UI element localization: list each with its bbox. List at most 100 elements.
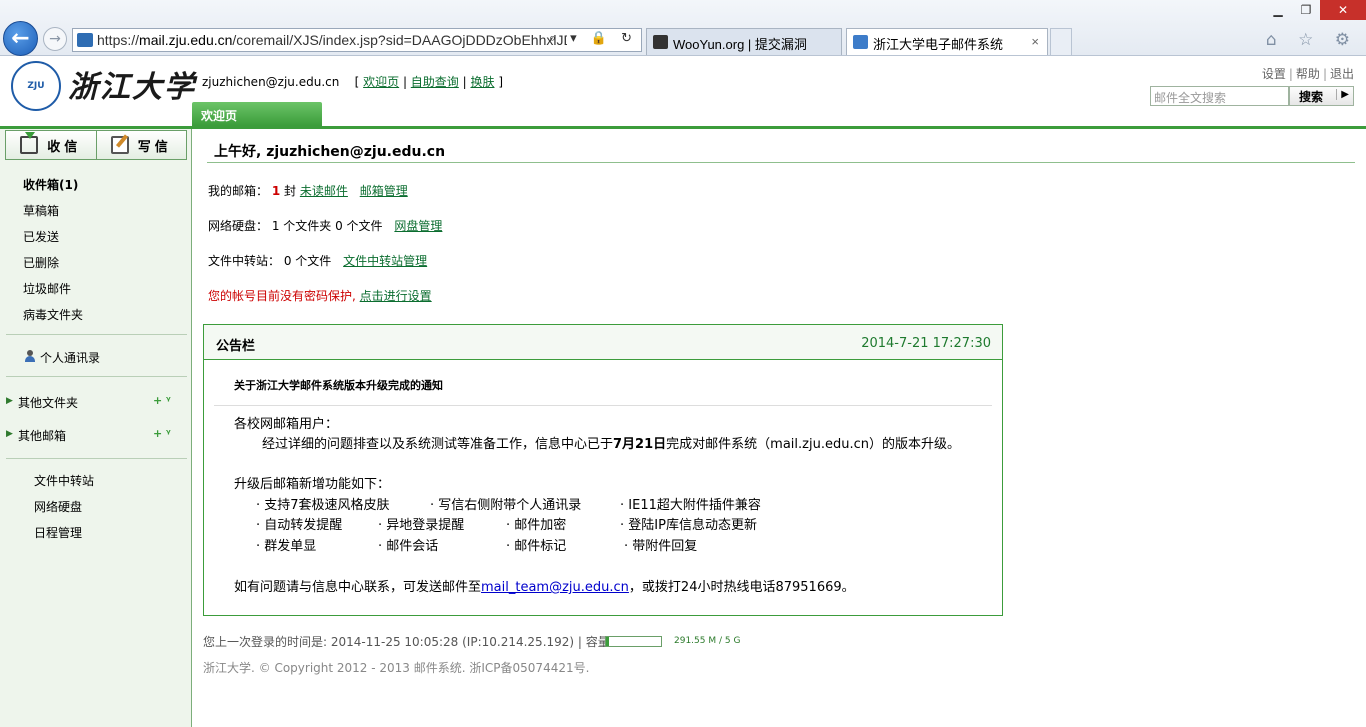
expand-triangle-icon[interactable]: ▶ (6, 396, 13, 406)
welcome-link[interactable]: 欢迎页 (363, 75, 399, 89)
sidebar-item-calendar[interactable]: 日程管理 (34, 524, 82, 541)
contact-pre: 如有问题请与信息中心联系，可发送邮件至 (234, 580, 482, 595)
mail-header: ZJU 浙江大学 zjuzhichen@zju.edu.cn [ 欢迎页 | 自… (0, 56, 1366, 126)
wooyun-favicon-icon (653, 35, 668, 49)
help-link[interactable]: 帮助 (1296, 67, 1320, 81)
zju-emblem-icon: ZJU (11, 61, 61, 111)
feature-item: · 写信右侧附带个人通讯录 (430, 498, 582, 513)
netdisk-manage-link[interactable]: 网盘管理 (394, 219, 442, 233)
notice-body-pre: 经过详细的问题排查以及系统测试等准备工作，信息中心已于 (262, 437, 614, 452)
quota-text: 291.55 M / 5 G (674, 636, 741, 646)
address-bar[interactable]: https://mail.zju.edu.cn/coremail/XJS/ind… (72, 28, 642, 52)
sidebar-item-contacts[interactable]: 个人通讯录 (40, 349, 100, 366)
netdisk-label: 网络硬盘： (208, 219, 269, 233)
search-dropdown-icon[interactable]: ▶ (1336, 89, 1349, 100)
notice-time: 2014-7-21 17:27:30 (861, 336, 991, 351)
browser-tool-icons[interactable]: ⌂ ☆ ⚙ (1266, 30, 1358, 50)
sidebar-item-spam[interactable]: 垃圾邮件 (23, 280, 71, 297)
feature-item: · IE11超大附件插件兼容 (620, 498, 761, 513)
change-skin-link[interactable]: 换肤 (470, 75, 494, 89)
tab-label: WooYun.org | 提交漏洞 (673, 37, 807, 52)
restore-icon[interactable]: ❐ (1292, 0, 1320, 20)
mailbox-label: 我的邮箱： (208, 184, 269, 198)
user-email: zjuzhichen@zju.edu.cn (202, 75, 340, 89)
notice-greeting: 各校网邮箱用户： (234, 417, 339, 432)
tab-zju-mail[interactable]: 浙江大学电子邮件系统 × (846, 28, 1048, 55)
feature-item: · 异地登录提醒 (378, 518, 465, 533)
unread-unit: 封 (284, 184, 297, 198)
forward-button[interactable]: → (43, 27, 67, 51)
sidebar: 收信 写信 收件箱(1) 草稿箱 已发送 已删除 垃圾邮件 病毒文件夹 个人通讯… (0, 129, 192, 727)
address-controls[interactable]: ⌕ ▾ 🔒 ↻ (549, 31, 637, 46)
sidebar-item-sent[interactable]: 已发送 (23, 228, 59, 245)
receive-button[interactable]: 收信 (6, 131, 96, 159)
url-path: /coremail/XJS/index.jsp?sid=DAAGOjDDDzOb… (232, 32, 567, 48)
mailbox-manage-link[interactable]: 邮箱管理 (360, 184, 408, 198)
mailbox-ops-icon[interactable]: + ᵞ (153, 427, 171, 440)
back-button[interactable]: ← (3, 21, 38, 56)
sidebar-item-other-folders[interactable]: 其他文件夹 (18, 394, 78, 411)
last-login-info: 您上一次登录的时间是: 2014-11-25 10:05:28 (IP:10.2… (203, 635, 614, 649)
new-tab-button[interactable] (1050, 28, 1072, 55)
sidebar-item-file-transfer[interactable]: 文件中转站 (34, 472, 94, 489)
notice-header: 公告栏 2014-7-21 17:27:30 (204, 325, 1002, 360)
feature-item: · 邮件会话 (378, 539, 439, 554)
features-title: 升级后邮箱新增功能如下： (234, 477, 391, 492)
transfer-text: 0 个文件 (283, 254, 332, 268)
sidebar-item-drafts[interactable]: 草稿箱 (23, 202, 59, 219)
copyright: 浙江大学. © Copyright 2012 - 2013 邮件系统. 浙ICP… (203, 661, 590, 675)
sidebar-divider (6, 334, 187, 335)
compose-button[interactable]: 写信 (95, 131, 187, 159)
notice-body-post: 完成对邮件系统（mail.zju.edu.cn）的版本升级。 (666, 437, 960, 452)
feature-item: · 支持7套极速风格皮肤 (256, 498, 390, 513)
mail-team-link[interactable]: mail_team@zju.edu.cn (481, 580, 629, 595)
tab-welcome[interactable]: 欢迎页 (192, 102, 322, 126)
sidebar-divider (6, 458, 187, 459)
top-links: 设置 | 帮助 | 退出 (1261, 67, 1354, 81)
sidebar-item-inbox[interactable]: 收件箱(1) (23, 176, 78, 193)
receive-mail-icon (20, 132, 39, 154)
fulltext-search-input[interactable]: 邮件全文搜索 (1150, 86, 1289, 106)
transfer-manage-link[interactable]: 文件中转站管理 (343, 254, 427, 268)
compose-label: 写信 (137, 139, 172, 155)
unread-mail-link[interactable]: 未读邮件 (300, 184, 348, 198)
feature-item: · 带附件回复 (624, 539, 698, 554)
window-controls: ▁ ❐ ✕ (1264, 0, 1366, 20)
sidebar-item-deleted[interactable]: 已删除 (23, 254, 59, 271)
security-setup-link[interactable]: 点击进行设置 (360, 289, 432, 303)
notice-divider (214, 405, 992, 406)
unread-count: 1 (271, 184, 281, 198)
security-warning-row: 您的帐号目前没有密码保护, 点击进行设置 (208, 287, 432, 304)
transfer-info-row: 文件中转站： 0 个文件 文件中转站管理 (208, 252, 427, 269)
logout-link[interactable]: 退出 (1330, 67, 1354, 81)
tab-close-icon[interactable]: × (1031, 34, 1039, 49)
contacts-icon (24, 350, 36, 362)
settings-link[interactable]: 设置 (1262, 67, 1286, 81)
expand-triangle-icon[interactable]: ▶ (6, 429, 13, 439)
feature-item: · 邮件加密 (506, 518, 567, 533)
address-url[interactable]: https://mail.zju.edu.cn/coremail/XJS/ind… (97, 32, 567, 48)
notice-body-date: 7月21日 (613, 437, 667, 452)
tab-wooyun[interactable]: WooYun.org | 提交漏洞 (646, 28, 842, 55)
sidebar-item-virus[interactable]: 病毒文件夹 (23, 306, 83, 323)
sidebar-divider (6, 376, 187, 377)
notice-body: 经过详细的问题排查以及系统测试等准备工作，信息中心已于7月21日完成对邮件系统（… (262, 433, 960, 452)
notice-subject: 关于浙江大学邮件系统版本升级完成的通知 (234, 379, 443, 392)
receive-label: 收信 (47, 139, 82, 155)
notice-board: 公告栏 2014-7-21 17:27:30 关于浙江大学邮件系统版本升级完成的… (203, 324, 1003, 616)
quota-progress-bar (605, 636, 662, 647)
feature-item: · 邮件标记 (506, 539, 567, 554)
self-service-link[interactable]: 自助查询 (411, 75, 459, 89)
search-button[interactable]: 搜索 ▶ (1289, 86, 1354, 106)
mail-action-bar: 收信 写信 (5, 130, 187, 160)
search-button-label: 搜索 (1299, 89, 1324, 104)
feature-item: · 登陆IP库信息动态更新 (620, 518, 757, 533)
quota-fill (606, 637, 610, 646)
sidebar-item-other-mailboxes[interactable]: 其他邮箱 (18, 427, 66, 444)
sidebar-item-netdisk[interactable]: 网络硬盘 (34, 498, 82, 515)
compose-icon (110, 136, 129, 154)
folder-ops-icon[interactable]: + ᵞ (153, 394, 171, 407)
netdisk-text: 1 个文件夹 0 个文件 (271, 219, 383, 233)
minimize-icon[interactable]: ▁ (1264, 0, 1292, 20)
window-close-icon[interactable]: ✕ (1320, 0, 1366, 20)
